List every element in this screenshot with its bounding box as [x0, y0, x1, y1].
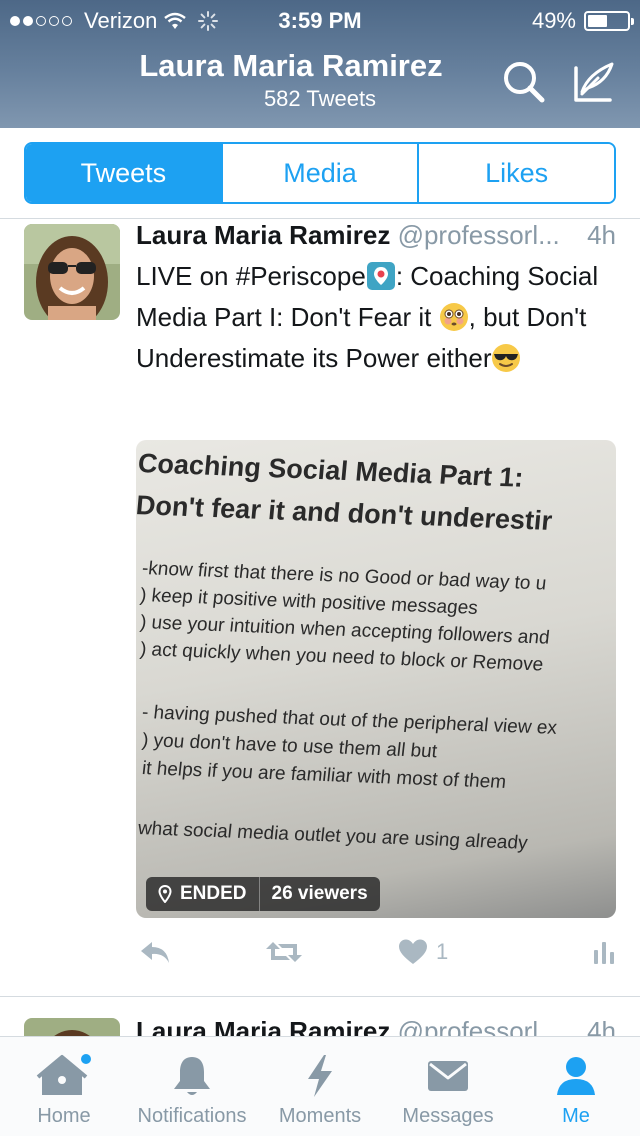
- tweet-timestamp: 4h: [587, 220, 616, 250]
- like-button[interactable]: 1: [398, 938, 448, 966]
- broadcast-status-badge: ENDED 26 viewers: [146, 877, 380, 911]
- tab-messages-icon-wrap: [384, 1053, 512, 1099]
- reply-icon: [141, 942, 169, 963]
- tab-home-icon-wrap: [0, 1053, 128, 1099]
- search-button[interactable]: [498, 56, 550, 108]
- broadcast-status-label: ENDED: [180, 883, 247, 904]
- avatar-photo: [24, 224, 120, 320]
- tweet-text: LIVE on #Periscope: Coaching Social Medi…: [136, 256, 616, 379]
- reply-button[interactable]: [138, 938, 172, 966]
- battery-level: [588, 15, 607, 27]
- tab-me[interactable]: Me: [512, 1037, 640, 1136]
- sunglasses-face-icon: [492, 344, 521, 372]
- compose-button[interactable]: [568, 56, 620, 108]
- tabs-divider: [0, 218, 640, 219]
- battery-percent: 49%: [531, 8, 576, 33]
- profile-header: Verizon 3:59 PM 49% Laura Maria Ramirez …: [0, 0, 640, 128]
- tweet-divider: [0, 996, 640, 997]
- tab-media[interactable]: Media: [220, 144, 418, 202]
- media-title-line-2: Don't fear it and don't underestir: [136, 490, 554, 536]
- tab-likes[interactable]: Likes: [417, 144, 614, 202]
- tab-notifications-icon-wrap: [128, 1053, 256, 1099]
- tab-moments-icon-wrap: [256, 1053, 384, 1099]
- media-body-line-6: ) you don't have to use them all but: [140, 730, 439, 763]
- tweet-author-name[interactable]: Laura Maria Ramirez: [136, 220, 390, 250]
- search-icon: [504, 62, 545, 103]
- tweet-author-handle[interactable]: @professorl...: [398, 220, 560, 250]
- like-count: 1: [436, 939, 449, 964]
- analytics-icon: [594, 942, 614, 964]
- media-body-line-8: what social media outlet you are using a…: [136, 818, 529, 854]
- tweet-actions: 1: [136, 938, 616, 978]
- envelope-icon: [428, 1061, 468, 1091]
- viewer-count: 26 viewers: [260, 877, 380, 911]
- tweet-text-part1: LIVE on #Periscope: [136, 261, 366, 291]
- tab-me-label: Me: [562, 1105, 590, 1127]
- battery-icon: [584, 11, 634, 31]
- profile-tabs: Tweets Media Likes: [24, 142, 616, 204]
- bell-icon: [174, 1057, 210, 1095]
- compose-icon: [574, 62, 614, 102]
- viewer-count-label: 26 viewers: [271, 883, 368, 904]
- avatar[interactable]: [24, 224, 120, 320]
- status-right: 49%: [531, 8, 634, 34]
- profile-name: Laura Maria Ramirez: [139, 48, 443, 83]
- home-icon: [36, 1054, 91, 1095]
- analytics-button[interactable]: [592, 938, 616, 966]
- tab-tweets[interactable]: Tweets: [26, 144, 221, 202]
- location-pin-icon: [158, 885, 172, 903]
- tab-me-icon-wrap: [512, 1053, 640, 1099]
- lightning-icon: [308, 1055, 332, 1097]
- periscope-media-card[interactable]: Coaching Social Media Part 1: Don't fear…: [136, 440, 616, 918]
- retweet-icon: [266, 942, 302, 962]
- periscope-icon: [366, 262, 395, 290]
- broadcast-ended: ENDED: [146, 877, 259, 911]
- flushed-face-icon: [439, 303, 468, 331]
- tweet-header: Laura Maria Ramirez @professorl... 4h: [136, 220, 616, 251]
- heart-icon: [399, 939, 427, 964]
- media-body-line-7: it helps if you are familiar with most o…: [140, 758, 508, 793]
- media-title-line-1: Coaching Social Media Part 1:: [136, 448, 525, 493]
- bottom-tab-bar: Home Notifications Moments Messages Me: [0, 1036, 640, 1136]
- person-icon: [557, 1057, 595, 1095]
- status-bar: Verizon 3:59 PM 49%: [0, 0, 640, 40]
- retweet-button[interactable]: [264, 938, 304, 966]
